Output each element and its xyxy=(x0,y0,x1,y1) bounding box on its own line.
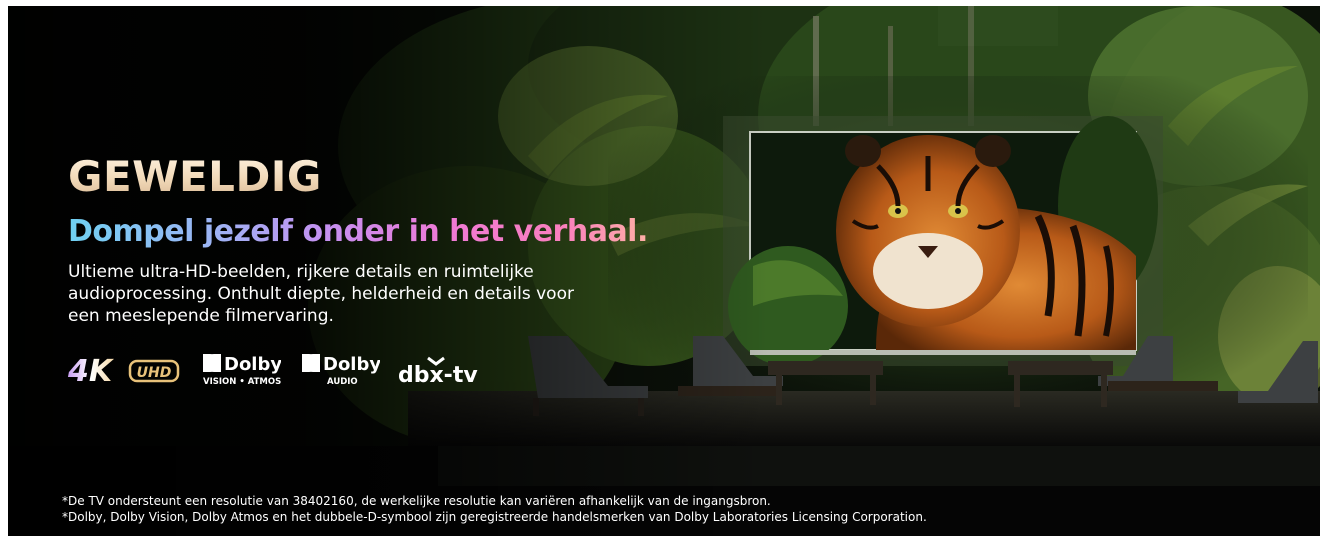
feature-logos: 4K UHD Dolby VISION • ATMOS Dolby AUDIO … xyxy=(68,352,508,388)
dolby-vision-atmos-logo: Dolby VISION • ATMOS xyxy=(203,354,281,387)
disclaimer: *De TV ondersteunt een resolutie van 384… xyxy=(62,493,927,525)
tv-screen xyxy=(723,116,1163,366)
vision-atmos-text: VISION • ATMOS xyxy=(203,377,281,387)
dbx-tv-text: dbx-tv xyxy=(398,363,478,388)
promo-banner: GEWELDIG Dompel jezelf onder in het verh… xyxy=(8,6,1320,536)
uhd-text: UHD xyxy=(137,365,172,381)
4k-uhd-logo: 4K UHD xyxy=(68,354,180,388)
audio-text: AUDIO xyxy=(327,377,358,387)
disclaimer-line-2: *Dolby, Dolby Vision, Dolby Atmos en het… xyxy=(62,510,927,524)
description: Ultieme ultra-HD-beelden, rijkere detail… xyxy=(68,262,574,326)
disclaimer-line-1: *De TV ondersteunt een resolutie van 384… xyxy=(62,494,771,508)
4k-text: 4K xyxy=(68,354,115,388)
dbx-tv-logo: dbx-tv xyxy=(398,356,478,388)
headline: GEWELDIG xyxy=(68,152,322,201)
dolby-brand-text: Dolby xyxy=(224,354,281,375)
tagline: Dompel jezelf onder in het verhaal. xyxy=(68,214,648,249)
dolby-audio-logo: Dolby AUDIO xyxy=(302,354,380,387)
dolby-audio-brand-text: Dolby xyxy=(323,354,380,375)
